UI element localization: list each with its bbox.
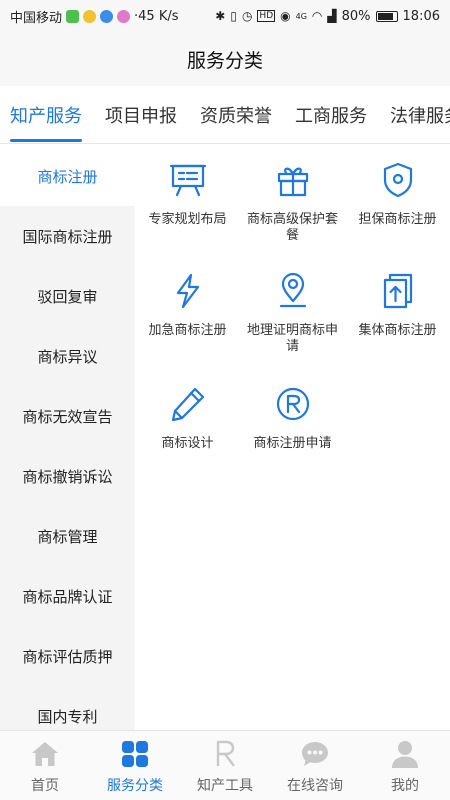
service-label: 商标设计: [161, 436, 214, 451]
nav-label: 我的: [391, 778, 419, 794]
service-registration-application[interactable]: 商标注册申请: [240, 384, 345, 452]
app-notification-icon: [83, 9, 97, 23]
bottom-navigation: 首页 服务分类 知产工具 在线咨询 我的: [0, 730, 450, 800]
service-label: 商标高级保护套餐: [246, 212, 338, 243]
bluetooth-icon: ✱: [215, 9, 226, 23]
sidebar-item-label: 商标管理: [37, 527, 98, 546]
tab-ip-services[interactable]: 知产服务: [10, 86, 82, 143]
wechat-notification-icon: [66, 9, 80, 23]
sidebar-item-label: 商标异议: [37, 347, 98, 366]
tab-label: 法律服务: [390, 106, 450, 127]
tab-business-services[interactable]: 工商服务: [295, 86, 367, 143]
sidebar-item-label: 商标评估质押: [22, 647, 113, 666]
lightning-icon: [176, 273, 199, 309]
sidebar-item-revocation-litigation[interactable]: 商标撤销诉讼: [0, 446, 135, 506]
service-label: 专家规划布局: [148, 212, 227, 227]
top-tabs: 知产服务 项目申报 资质荣誉 工商服务 法律服务: [0, 86, 450, 144]
sidebar-item-label: 驳回复审: [37, 287, 98, 306]
sidebar-item-label: 商标品牌认证: [22, 587, 113, 606]
location-pin-icon: [279, 272, 306, 308]
alarm-icon: ◷: [241, 9, 253, 23]
music-notification-icon: [100, 9, 114, 23]
service-collective-trademark[interactable]: 集体商标注册: [345, 271, 450, 339]
signal-icon: ▟: [327, 9, 337, 23]
nav-profile[interactable]: 我的: [360, 731, 450, 800]
title-bar: 服务分类: [0, 32, 450, 86]
user-icon: [392, 741, 418, 768]
sidebar-item-rejection-review[interactable]: 驳回复审: [0, 266, 135, 326]
vibrate-icon: ▯: [230, 9, 237, 23]
clock: 18:06: [402, 8, 440, 24]
service-guaranteed-registration[interactable]: 担保商标注册: [345, 160, 450, 228]
category-sidebar: 商标注册 国际商标注册 驳回复审 商标异议 商标无效宣告 商标撤销诉讼 商标管理…: [0, 146, 135, 730]
tab-label: 知产服务: [10, 106, 82, 127]
nav-label: 服务分类: [107, 778, 163, 794]
service-geographic-trademark[interactable]: 地理证明商标申请: [240, 271, 345, 355]
service-label: 担保商标注册: [358, 212, 437, 227]
sidebar-item-label: 商标注册: [37, 167, 98, 186]
sidebar-item-international-trademark[interactable]: 国际商标注册: [0, 206, 135, 266]
shield-icon: [383, 162, 412, 198]
document-upload-icon: [383, 273, 412, 309]
nav-ip-tools[interactable]: 知产工具: [180, 731, 270, 800]
r-letter-icon: [216, 740, 235, 767]
sidebar-item-label: 商标无效宣告: [22, 407, 113, 426]
nav-label: 首页: [31, 778, 59, 794]
service-grid: 专家规划布局 商标高级保护套餐 担保商标注册 加急商标注册 地理证明商标申请 集…: [135, 146, 450, 730]
service-label: 地理证明商标申请: [246, 323, 338, 354]
home-icon: [32, 742, 58, 766]
sidebar-item-label: 商标撤销诉讼: [22, 467, 113, 486]
service-label: 商标注册申请: [253, 436, 332, 451]
network-speed: ·45 K/s: [134, 8, 179, 24]
sidebar-item-label: 国内专利: [37, 707, 98, 726]
page-title: 服务分类: [186, 49, 263, 72]
tab-legal-services[interactable]: 法律服务: [390, 86, 450, 143]
service-label: 加急商标注册: [148, 323, 227, 338]
service-trademark-design[interactable]: 商标设计: [135, 384, 240, 452]
sidebar-item-valuation-pledge[interactable]: 商标评估质押: [0, 626, 135, 686]
tab-label: 工商服务: [295, 106, 367, 127]
gift-icon: [277, 167, 308, 197]
battery-icon: [375, 10, 398, 22]
battery-percent: 80%: [341, 8, 371, 24]
service-expedited-registration[interactable]: 加急商标注册: [135, 271, 240, 339]
hd-badge: HD: [257, 10, 276, 22]
sidebar-item-trademark-registration[interactable]: 商标注册: [0, 146, 135, 206]
service-premium-protection[interactable]: 商标高级保护套餐: [240, 160, 345, 244]
tab-qualifications[interactable]: 资质荣誉: [200, 86, 272, 143]
tab-project-application[interactable]: 项目申报: [105, 86, 177, 143]
grid-icon: [122, 741, 148, 767]
carrier-label: 中国移动: [10, 10, 63, 26]
sidebar-item-trademark-objection[interactable]: 商标异议: [0, 326, 135, 386]
status-bar: 中国移动 ·45 K/s ✱ ▯ ◷ HD ◉ 4G ◠ ▟ 80% 18:06: [0, 0, 450, 32]
sidebar-item-trademark-management[interactable]: 商标管理: [0, 506, 135, 566]
tab-label: 资质荣誉: [200, 106, 272, 127]
chat-bubble-icon: [302, 742, 328, 766]
service-label: 集体商标注册: [358, 323, 437, 338]
sidebar-item-domestic-patent[interactable]: 国内专利: [0, 686, 135, 730]
nav-label: 在线咨询: [287, 778, 343, 794]
tab-label: 项目申报: [105, 106, 177, 127]
pencil-icon: [171, 387, 204, 422]
nav-online-consult[interactable]: 在线咨询: [270, 731, 360, 800]
registered-mark-icon: [276, 387, 309, 421]
presentation-board-icon: [169, 164, 206, 197]
nav-home[interactable]: 首页: [0, 731, 90, 800]
sidebar-item-brand-certification[interactable]: 商标品牌认证: [0, 566, 135, 626]
nav-service-categories[interactable]: 服务分类: [90, 731, 180, 800]
wifi-icon: ◠: [311, 9, 323, 23]
signal-badge: 4G: [295, 11, 307, 21]
sidebar-item-invalidation[interactable]: 商标无效宣告: [0, 386, 135, 446]
nav-label: 知产工具: [197, 778, 253, 794]
sidebar-item-label: 国际商标注册: [22, 227, 113, 246]
eye-icon: ◉: [280, 9, 291, 23]
service-expert-planning[interactable]: 专家规划布局: [135, 160, 240, 228]
app2-notification-icon: [117, 9, 131, 23]
